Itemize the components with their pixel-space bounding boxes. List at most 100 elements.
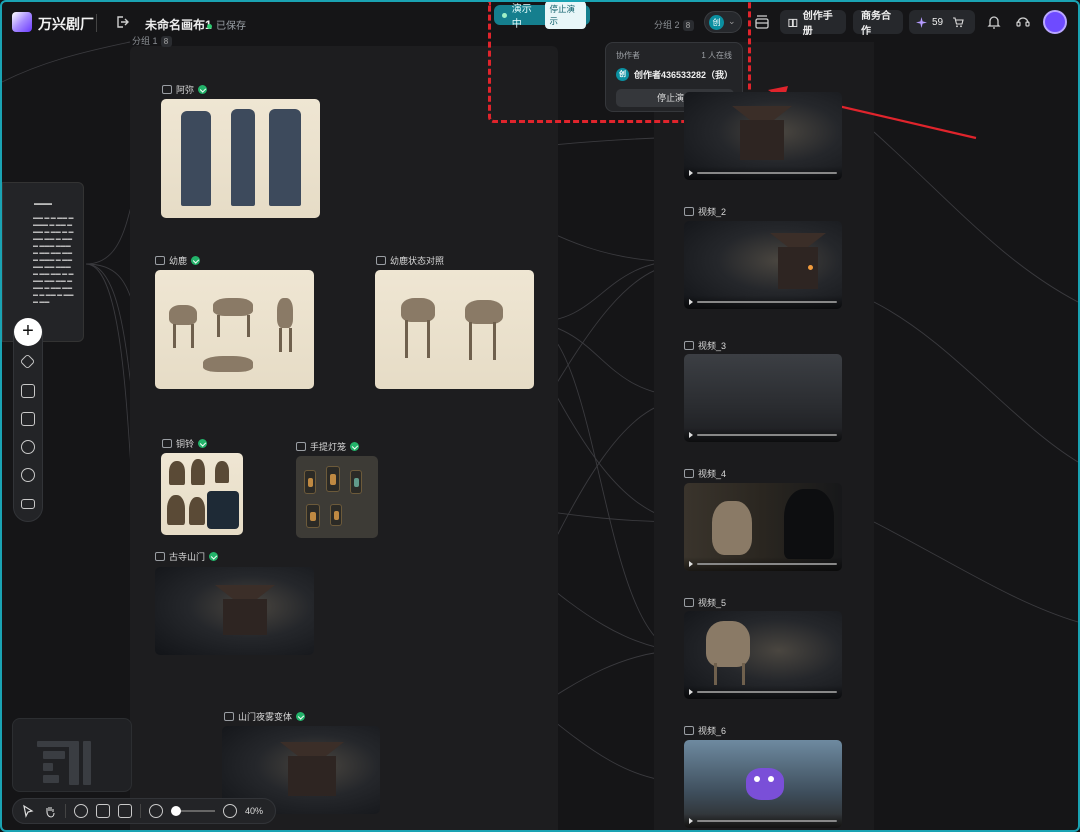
node-title-ami[interactable]: 阿弥	[162, 83, 208, 96]
image-node-icon	[162, 85, 172, 94]
stop-presentation-mini-button[interactable]: 停止演示	[545, 2, 586, 29]
play-icon[interactable]	[689, 818, 693, 824]
video-card-5[interactable]	[684, 611, 842, 699]
toolbar-divider	[65, 804, 66, 818]
template-icon[interactable]	[21, 412, 35, 426]
support-icon[interactable]	[1014, 13, 1032, 31]
node-title-lantern[interactable]: 手提灯笼	[296, 440, 360, 453]
inbox-icon[interactable]	[753, 13, 771, 31]
bell-icon[interactable]	[985, 13, 1003, 31]
node-title-video-4[interactable]: 视频_4	[684, 467, 726, 480]
credits-button[interactable]: 59	[909, 10, 975, 34]
user-avatar[interactable]	[1043, 10, 1067, 34]
video-controls[interactable]	[684, 166, 842, 180]
check-icon	[350, 442, 360, 451]
group-2-label: 分组 28	[654, 18, 694, 31]
fit-screen-icon[interactable]	[118, 804, 132, 818]
image-node-icon	[376, 256, 386, 265]
video-card-2[interactable]	[684, 221, 842, 309]
header-divider	[96, 14, 97, 32]
canvas-name[interactable]: 未命名画布1	[145, 16, 212, 33]
play-icon[interactable]	[689, 170, 693, 176]
video-controls[interactable]	[684, 295, 842, 309]
image-card-fawn[interactable]	[155, 270, 314, 389]
video-progress[interactable]	[697, 301, 837, 303]
check-icon	[296, 712, 306, 721]
add-node-button[interactable]: +	[14, 318, 42, 346]
bottom-toolbar: 40%	[12, 798, 276, 824]
video-node-icon	[684, 207, 694, 216]
history-icon[interactable]	[21, 440, 35, 454]
check-icon	[191, 256, 201, 265]
node-title-temple-gate[interactable]: 古寺山门	[155, 550, 219, 563]
image-card-temple-gate[interactable]	[155, 567, 314, 655]
script-note-card[interactable]: ▬▬▬ ▬▬ ▬ ▬ ▬▬ ▬ ▬▬▬ ▬ ▬▬ ▬▬▬ ▬ ▬▬ ▬ ▬▬▬ …	[2, 182, 84, 342]
node-title-gate-fog[interactable]: 山门夜雾变体	[224, 710, 306, 723]
image-card-fawn-compare[interactable]	[375, 270, 534, 389]
keyboard-icon[interactable]	[21, 499, 35, 509]
image-node-icon	[296, 442, 306, 451]
comment-icon[interactable]	[21, 468, 35, 482]
book-icon	[788, 18, 798, 27]
node-title-bell[interactable]: 铜铃	[162, 437, 208, 450]
collaborator-name: 创作者436533282（我）	[634, 70, 734, 80]
exit-icon[interactable]	[114, 14, 130, 30]
image-node-icon	[224, 712, 234, 721]
image-card-bell[interactable]	[161, 453, 243, 535]
top-bar: 万兴剧厂 未命名画布1 已保存 演示中 停止演示 分组 28 创 ⌄ 创作手册	[2, 2, 1078, 46]
video-controls[interactable]	[684, 428, 842, 442]
grid-icon[interactable]	[96, 804, 110, 818]
video-progress[interactable]	[697, 172, 837, 174]
video-progress[interactable]	[697, 563, 837, 565]
zoom-slider[interactable]	[171, 806, 215, 816]
presentation-status-pill: 演示中 停止演示	[494, 2, 590, 30]
brand-logo-icon[interactable]	[12, 12, 32, 32]
collaborators-toggle[interactable]: 创 ⌄	[704, 11, 742, 33]
video-progress[interactable]	[697, 434, 837, 436]
play-icon[interactable]	[689, 561, 693, 567]
image-node-icon	[162, 439, 172, 448]
minimap[interactable]	[12, 718, 132, 792]
play-icon[interactable]	[689, 432, 693, 438]
video-controls[interactable]	[684, 814, 842, 828]
video-controls[interactable]	[684, 557, 842, 571]
online-count: 1 人在线	[701, 51, 732, 60]
video-node-icon	[684, 341, 694, 350]
business-button[interactable]: 商务合作	[853, 10, 903, 37]
hand-icon[interactable]	[43, 804, 57, 818]
video-card-1[interactable]	[684, 92, 842, 180]
cursor-icon[interactable]	[21, 804, 35, 818]
video-progress[interactable]	[697, 820, 837, 822]
collaborators-title: 协作者	[616, 51, 640, 60]
live-dot-icon	[502, 12, 507, 18]
image-card-ami[interactable]	[161, 99, 320, 218]
check-icon	[198, 85, 208, 94]
video-progress[interactable]	[697, 691, 837, 693]
video-node-icon	[684, 726, 694, 735]
video-card-3[interactable]	[684, 354, 842, 442]
zoom-in-icon[interactable]	[223, 804, 237, 818]
image-node-icon	[155, 256, 165, 265]
play-icon[interactable]	[689, 299, 693, 305]
node-title-video-6[interactable]: 视频_6	[684, 724, 726, 737]
node-title-fawn-compare[interactable]: 幼鹿状态对照	[376, 254, 444, 267]
cart-icon	[953, 17, 964, 28]
video-card-6[interactable]	[684, 740, 842, 828]
node-title-video-2[interactable]: 视频_2	[684, 205, 726, 218]
video-node-icon	[684, 598, 694, 607]
node-title-video-3[interactable]: 视频_3	[684, 339, 726, 352]
play-icon[interactable]	[689, 689, 693, 695]
zoom-slider-knob[interactable]	[171, 806, 181, 816]
folder-add-icon[interactable]	[21, 384, 35, 398]
node-title-fawn[interactable]: 幼鹿	[155, 254, 201, 267]
zoom-level: 40%	[245, 806, 264, 816]
node-title-video-5[interactable]: 视频_5	[684, 596, 726, 609]
check-icon	[209, 552, 219, 561]
manual-button[interactable]: 创作手册	[780, 10, 846, 37]
group-2-count: 8	[682, 20, 694, 31]
image-card-lantern[interactable]	[296, 456, 378, 538]
locate-icon[interactable]	[74, 804, 88, 818]
video-controls[interactable]	[684, 685, 842, 699]
zoom-out-icon[interactable]	[149, 804, 163, 818]
video-card-4[interactable]	[684, 483, 842, 571]
